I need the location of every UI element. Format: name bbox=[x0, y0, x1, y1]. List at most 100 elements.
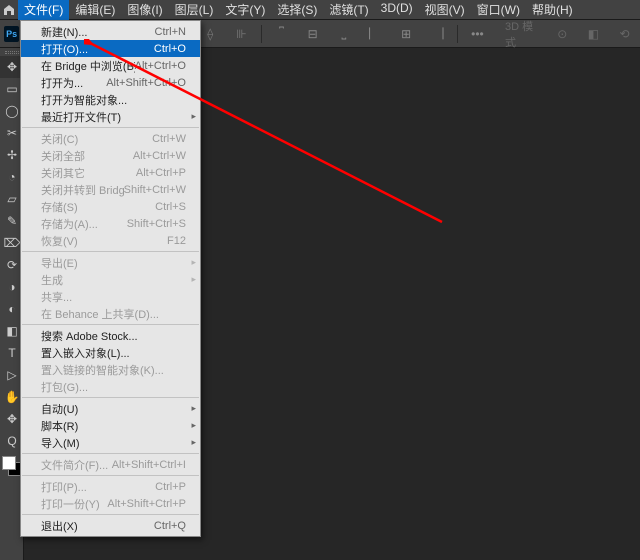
menu-item-label: 置入嵌入对象(L)... bbox=[41, 345, 186, 361]
menu-item[interactable]: 打开为智能对象... bbox=[21, 91, 200, 108]
menu-item[interactable]: 脚本(R) bbox=[21, 417, 200, 434]
menu-item[interactable]: 置入嵌入对象(L)... bbox=[21, 344, 200, 361]
menu-item-label: 导出(E) bbox=[41, 255, 186, 271]
file-menu-dropdown: 新建(N)...Ctrl+N打开(O)...Ctrl+O在 Bridge 中浏览… bbox=[20, 20, 201, 537]
menu-item-shortcut: Alt+Ctrl+O bbox=[135, 60, 186, 72]
pan-3d-icon[interactable]: ◧ bbox=[582, 23, 605, 45]
menu-item: 存储(S)Ctrl+S bbox=[21, 198, 200, 215]
menu-item: 置入链接的智能对象(K)... bbox=[21, 361, 200, 378]
menu-separator bbox=[22, 453, 199, 454]
menu-item-shortcut: F12 bbox=[167, 235, 186, 247]
align-left-icon[interactable]: ⎸ bbox=[363, 23, 386, 45]
menu-item-label: 关闭全部 bbox=[41, 148, 133, 164]
menu-item-label: 共享... bbox=[41, 289, 186, 305]
ps-logo-icon: Ps bbox=[4, 26, 19, 42]
menu-item[interactable]: 新建(N)...Ctrl+N bbox=[21, 23, 200, 40]
menu-separator bbox=[22, 514, 199, 515]
menu-item-label: 在 Bridge 中浏览(B)... bbox=[41, 58, 135, 74]
menu-item: 关闭(C)Ctrl+W bbox=[21, 130, 200, 147]
menu-item[interactable]: 自动(U) bbox=[21, 400, 200, 417]
menubar-item[interactable]: 滤镜(T) bbox=[323, 0, 374, 20]
home-icon[interactable] bbox=[0, 0, 18, 20]
menubar-item[interactable]: 视图(V) bbox=[419, 0, 471, 20]
slide-3d-icon[interactable]: ⟲ bbox=[613, 23, 636, 45]
menu-separator bbox=[22, 324, 199, 325]
menu-item-label: 打开为智能对象... bbox=[41, 92, 186, 108]
mode-3d-label: 3D 模式 bbox=[505, 18, 543, 50]
menubar-item[interactable]: 图层(L) bbox=[169, 0, 220, 20]
menu-item-label: 打开为... bbox=[41, 75, 106, 91]
menu-item-shortcut: Ctrl+S bbox=[155, 201, 186, 213]
menu-item-shortcut: Shift+Ctrl+S bbox=[127, 218, 186, 230]
menu-item-shortcut: Ctrl+O bbox=[154, 43, 186, 55]
menu-item-label: 新建(N)... bbox=[41, 24, 155, 40]
menu-item-shortcut: Alt+Shift+Ctrl+P bbox=[107, 498, 186, 510]
orbit-3d-icon[interactable]: ⊙ bbox=[551, 23, 574, 45]
menu-item: 打印(P)...Ctrl+P bbox=[21, 478, 200, 495]
menu-item[interactable]: 打开(O)...Ctrl+O bbox=[21, 40, 200, 57]
align-icon[interactable]: ⟠ bbox=[199, 23, 222, 45]
menu-item[interactable]: 退出(X)Ctrl+Q bbox=[21, 517, 200, 534]
align-vcenter-icon[interactable]: ⊟ bbox=[301, 23, 324, 45]
menu-item-label: 最近打开文件(T) bbox=[41, 109, 186, 125]
menu-item: 恢复(V)F12 bbox=[21, 232, 200, 249]
menu-item-shortcut: Shift+Ctrl+W bbox=[124, 184, 186, 196]
menu-item: 导出(E) bbox=[21, 254, 200, 271]
menu-item-shortcut: Alt+Ctrl+W bbox=[133, 150, 186, 162]
menu-item-label: 打包(G)... bbox=[41, 379, 186, 395]
menu-item: 打包(G)... bbox=[21, 378, 200, 395]
menu-separator bbox=[22, 397, 199, 398]
menu-item-shortcut: Alt+Shift+Ctrl+I bbox=[112, 459, 186, 471]
menu-item: 关闭全部Alt+Ctrl+W bbox=[21, 147, 200, 164]
menu-item-shortcut: Ctrl+P bbox=[155, 481, 186, 493]
menu-item[interactable]: 在 Bridge 中浏览(B)...Alt+Ctrl+O bbox=[21, 57, 200, 74]
menu-item-label: 置入链接的智能对象(K)... bbox=[41, 362, 186, 378]
menu-item[interactable]: 最近打开文件(T) bbox=[21, 108, 200, 125]
menu-item-shortcut: Ctrl+Q bbox=[154, 520, 186, 532]
menubar-item[interactable]: 文字(Y) bbox=[219, 0, 271, 20]
foreground-color-swatch[interactable] bbox=[2, 456, 16, 470]
menu-item-label: 存储为(A)... bbox=[41, 216, 127, 232]
menu-item-label: 打印一份(Y) bbox=[41, 496, 107, 512]
align-right-icon[interactable]: ⎹ bbox=[426, 23, 449, 45]
menubar-item[interactable]: 3D(D) bbox=[375, 0, 419, 20]
menu-item: 共享... bbox=[21, 288, 200, 305]
menu-item: 存储为(A)...Shift+Ctrl+S bbox=[21, 215, 200, 232]
menu-item-label: 打印(P)... bbox=[41, 479, 155, 495]
menu-item: 在 Behance 上共享(D)... bbox=[21, 305, 200, 322]
menu-item-label: 自动(U) bbox=[41, 401, 186, 417]
menu-item: 生成 bbox=[21, 271, 200, 288]
align-icon[interactable]: ⊪ bbox=[230, 23, 253, 45]
menu-item[interactable]: 搜索 Adobe Stock... bbox=[21, 327, 200, 344]
menu-item: 文件简介(F)...Alt+Shift+Ctrl+I bbox=[21, 456, 200, 473]
menu-item[interactable]: 打开为...Alt+Shift+Ctrl+O bbox=[21, 74, 200, 91]
menu-item-label: 打开(O)... bbox=[41, 41, 154, 57]
menu-separator bbox=[22, 251, 199, 252]
menu-item-label: 在 Behance 上共享(D)... bbox=[41, 306, 186, 322]
menu-item-label: 关闭并转到 Bridge... bbox=[41, 182, 124, 198]
menu-item-label: 文件简介(F)... bbox=[41, 457, 112, 473]
menu-item: 打印一份(Y)Alt+Shift+Ctrl+P bbox=[21, 495, 200, 512]
menu-item-shortcut: Alt+Ctrl+P bbox=[136, 167, 186, 179]
menu-item-label: 关闭(C) bbox=[41, 131, 152, 147]
align-bottom-icon[interactable]: ⎵ bbox=[332, 23, 355, 45]
menu-item: 关闭其它Alt+Ctrl+P bbox=[21, 164, 200, 181]
menu-item-label: 退出(X) bbox=[41, 518, 154, 534]
align-top-icon[interactable]: ⎴ bbox=[270, 23, 293, 45]
more-options-icon[interactable]: ••• bbox=[466, 23, 489, 45]
menu-item-label: 生成 bbox=[41, 272, 186, 288]
menu-item-label: 导入(M) bbox=[41, 435, 186, 451]
menu-item: 关闭并转到 Bridge...Shift+Ctrl+W bbox=[21, 181, 200, 198]
menu-separator bbox=[22, 127, 199, 128]
menu-item-shortcut: Alt+Shift+Ctrl+O bbox=[106, 77, 186, 89]
menubar-item[interactable]: 选择(S) bbox=[271, 0, 323, 20]
menu-item[interactable]: 导入(M) bbox=[21, 434, 200, 451]
menu-separator bbox=[22, 475, 199, 476]
menu-item-label: 搜索 Adobe Stock... bbox=[41, 328, 186, 344]
menu-item-label: 存储(S) bbox=[41, 199, 155, 215]
menu-item-shortcut: Ctrl+N bbox=[155, 26, 186, 38]
menu-item-label: 关闭其它 bbox=[41, 165, 136, 181]
align-hcenter-icon[interactable]: ⊞ bbox=[395, 23, 418, 45]
menu-item-label: 脚本(R) bbox=[41, 418, 186, 434]
menubar-item[interactable]: 文件(F) bbox=[18, 0, 69, 20]
